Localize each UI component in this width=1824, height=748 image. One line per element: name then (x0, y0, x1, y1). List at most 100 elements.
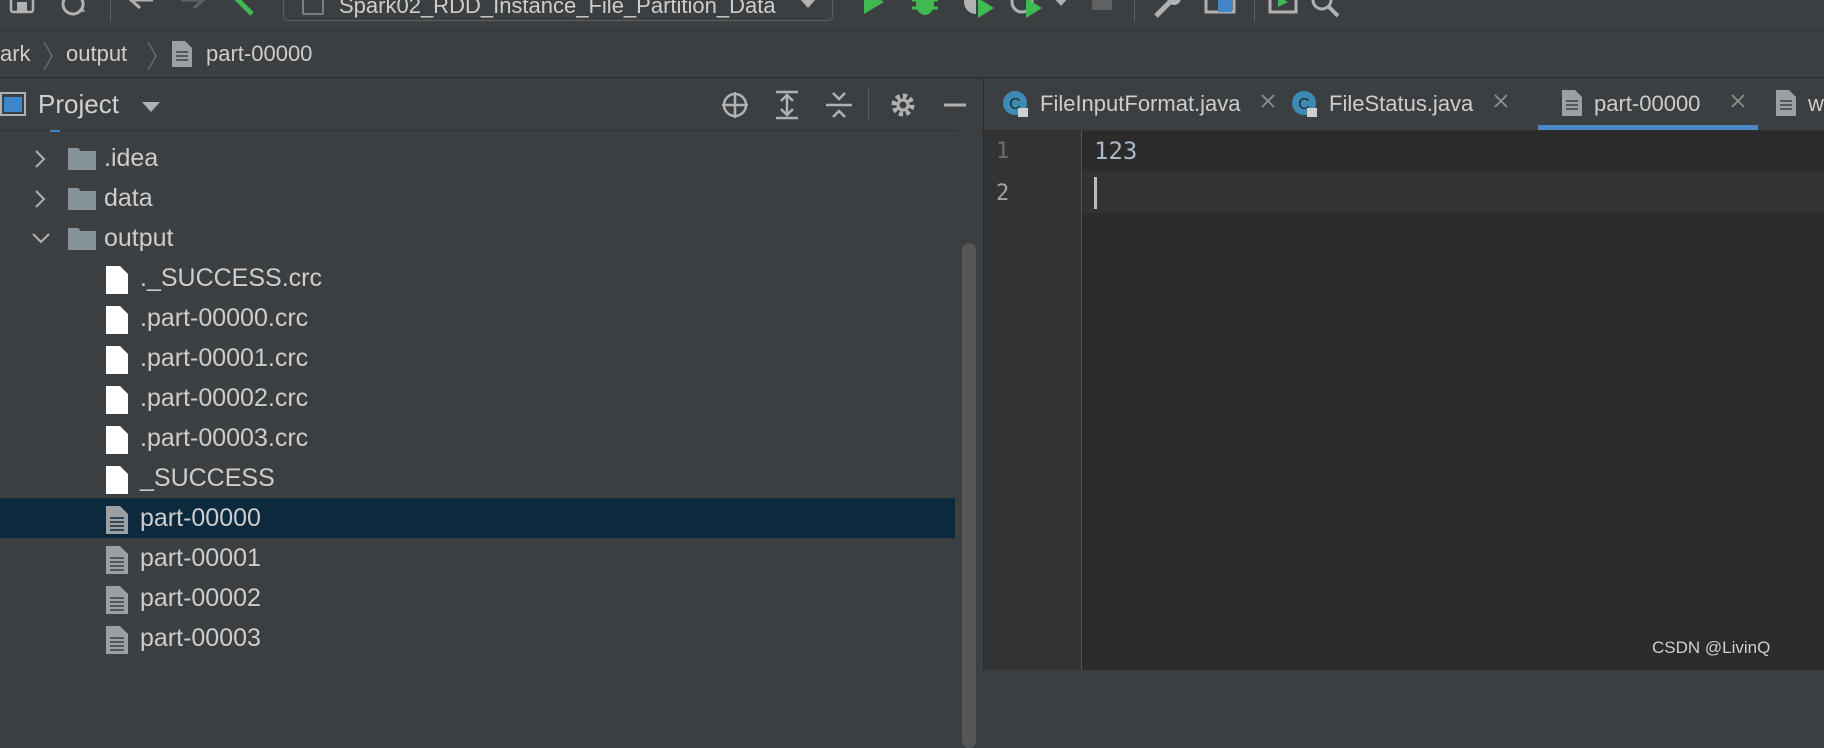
tree-item-label: _SUCCESS (140, 464, 275, 492)
tab-label: w (1808, 91, 1824, 116)
project-tree: .idea data output ._SUCCESS.crc .part-00… (0, 130, 955, 670)
text-file-icon (172, 41, 192, 67)
tree-row[interactable]: .part-00003.crc (0, 418, 955, 458)
code-line: 123 (1094, 137, 1138, 165)
header-separator (868, 88, 869, 120)
project-view-icon (0, 92, 26, 116)
editor-tab[interactable]: C FileStatus.java (1289, 78, 1534, 130)
tab-label: FileStatus.java (1329, 91, 1474, 116)
chevron-down-icon[interactable] (1052, 0, 1070, 8)
text-file-icon (106, 506, 128, 534)
project-view-title[interactable]: Project (38, 89, 119, 120)
breadcrumb-item[interactable]: output (66, 41, 127, 67)
line-number: 1 (996, 139, 1010, 164)
profile-icon[interactable] (1010, 0, 1046, 20)
run-config-icon (302, 0, 324, 15)
save-icon[interactable] (8, 0, 36, 16)
project-tool-window: Project .idea data output ._SUCCESS.crc … (0, 78, 983, 748)
hide-icon[interactable] (942, 90, 968, 120)
breadcrumb-item[interactable]: part-00000 (206, 41, 312, 67)
tree-row[interactable]: part-00001 (0, 538, 955, 578)
tree-item-label: part-00000 (140, 504, 261, 532)
code-editor[interactable]: 123 (1082, 131, 1824, 670)
text-file-icon (106, 586, 128, 614)
chevron-right-icon (147, 42, 157, 70)
breadcrumb-item[interactable]: ark (0, 41, 31, 67)
editor-tabs: C FileInputFormat.java C FileStatus.java… (984, 78, 1824, 131)
tree-row[interactable]: .part-00000.crc (0, 298, 955, 338)
project-header: Project (0, 78, 983, 131)
file-icon (106, 466, 128, 494)
current-line-highlight (1082, 171, 1824, 213)
forward-icon[interactable] (178, 0, 208, 16)
watermark: CSDN @LivinQ (1652, 638, 1771, 657)
run-configuration-selector[interactable]: Spark02_RDD_Instance_File_Partition_Data (283, 0, 833, 21)
expand-all-icon[interactable] (772, 90, 802, 120)
tree-row[interactable]: _SUCCESS (0, 458, 955, 498)
editor-tab[interactable]: w (1774, 78, 1824, 130)
chevron-down-icon[interactable] (32, 232, 50, 244)
tree-row[interactable]: ._SUCCESS.crc (0, 258, 955, 298)
run-anything-icon[interactable] (1268, 0, 1298, 18)
debug-icon[interactable] (910, 0, 940, 18)
back-icon[interactable] (126, 0, 156, 16)
java-class-locked-icon: C (1292, 91, 1317, 117)
structure-icon[interactable] (1204, 0, 1236, 18)
line-number-gutter: 1 2 (984, 131, 1082, 670)
chevron-down-icon (800, 0, 816, 8)
tab-label: FileInputFormat.java (1040, 91, 1241, 116)
tree-item-label: .part-00003.crc (140, 424, 309, 452)
locate-icon[interactable] (720, 90, 750, 120)
tree-item-label: data (104, 184, 153, 212)
tree-item-label: part-00001 (140, 544, 261, 572)
editor-area: C FileInputFormat.java C FileStatus.java… (984, 78, 1824, 670)
tree-row-selected[interactable]: part-00000 (0, 498, 955, 538)
chevron-right-icon (43, 42, 53, 70)
file-icon (106, 266, 128, 294)
collapse-all-icon[interactable] (824, 90, 854, 120)
coverage-icon[interactable] (962, 0, 998, 20)
active-tab-indicator (1538, 125, 1758, 130)
tree-row[interactable]: output (0, 218, 955, 258)
breadcrumb: ark output part-00000 (0, 31, 1824, 78)
tree-row[interactable]: .part-00001.crc (0, 338, 955, 378)
toolbar-separator (1254, 0, 1255, 22)
editor-tab-active[interactable]: part-00000 (1538, 78, 1758, 130)
scrollbar-thumb[interactable] (962, 243, 976, 748)
tree-row[interactable]: part-00003 (0, 618, 955, 658)
java-class-locked-icon: C (1003, 91, 1028, 117)
search-icon[interactable] (1310, 0, 1342, 20)
text-caret (1094, 177, 1097, 209)
toolbar-separator (110, 0, 111, 22)
stop-icon[interactable] (1090, 0, 1114, 14)
folder-icon (68, 188, 96, 210)
folder-icon (68, 148, 96, 170)
close-icon[interactable] (1260, 93, 1276, 109)
tree-row[interactable]: part-00002 (0, 578, 955, 618)
tree-row[interactable]: data (0, 178, 955, 218)
sync-icon[interactable] (60, 0, 88, 16)
tree-item-label: .part-00002.crc (140, 384, 309, 412)
tree-item-label: part-00003 (140, 624, 261, 652)
toolbar-separator (1134, 0, 1135, 22)
main-toolbar: Spark02_RDD_Instance_File_Partition_Data (0, 0, 1824, 31)
text-file-icon (1776, 90, 1796, 116)
text-file-icon (106, 546, 128, 574)
chevron-right-icon[interactable] (34, 150, 46, 168)
tree-row[interactable]: .idea (0, 138, 955, 178)
run-icon[interactable] (862, 0, 886, 16)
close-icon[interactable] (1493, 93, 1509, 109)
tab-label: part-00000 (1594, 91, 1701, 116)
gear-icon[interactable] (888, 90, 918, 120)
editor-tab[interactable]: C FileInputFormat.java (984, 78, 1276, 130)
tree-item-label: .part-00001.crc (140, 344, 309, 372)
tree-row[interactable]: .part-00002.crc (0, 378, 955, 418)
folder-icon (68, 228, 96, 250)
run-configuration-label: Spark02_RDD_Instance_File_Partition_Data (339, 0, 776, 18)
chevron-down-icon[interactable] (142, 102, 160, 113)
build-icon[interactable] (228, 0, 258, 20)
tree-item-label: .idea (104, 144, 159, 172)
chevron-right-icon[interactable] (34, 190, 46, 208)
wrench-icon[interactable] (1152, 0, 1184, 20)
close-icon[interactable] (1730, 93, 1746, 109)
